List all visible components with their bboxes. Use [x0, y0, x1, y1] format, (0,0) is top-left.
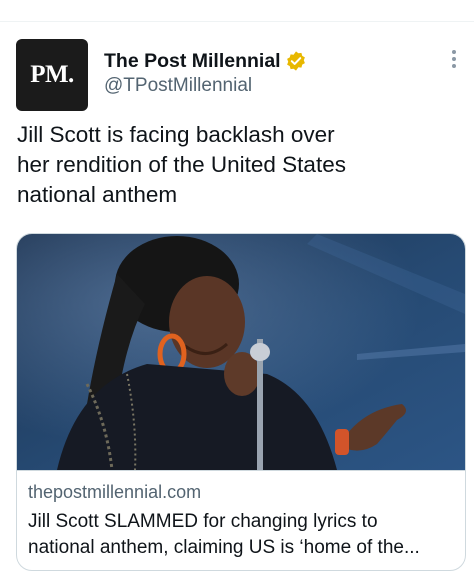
card-body[interactable]: thepostmillennial.com Jill Scott SLAMMED…	[17, 470, 465, 570]
link-preview-card[interactable]: thepostmillennial.com Jill Scott SLAMMED…	[16, 233, 466, 571]
avatar-logo-text: PM.	[30, 61, 74, 88]
card-image[interactable]	[17, 234, 465, 470]
tweet-author: The Post Millennial @TPostMillennial	[104, 48, 434, 98]
tweet-text-line: her rendition of the United States	[17, 152, 346, 177]
card-domain: thepostmillennial.com	[28, 482, 202, 502]
card-title-line: Jill Scott SLAMMED for changing lyrics t…	[28, 511, 378, 532]
tweet-text-line: Jill Scott is facing backlash over	[17, 122, 335, 147]
card-title: Jill Scott SLAMMED for changing lyrics t…	[28, 509, 456, 561]
tweet-text-line: national anthem	[17, 182, 178, 207]
author-display-name[interactable]: The Post Millennial	[104, 50, 281, 73]
more-options-icon[interactable]	[450, 48, 458, 70]
tweet-text: Jill Scott is facing backlash over her r…	[17, 120, 457, 210]
author-handle[interactable]: @TPostMillennial	[104, 74, 434, 98]
author-name-row: The Post Millennial	[104, 48, 434, 74]
avatar[interactable]: PM.	[16, 39, 88, 111]
tweet[interactable]: PM. The Post Millennial @TPostMillennial…	[0, 22, 474, 585]
verified-badge-icon[interactable]	[285, 50, 307, 72]
card-title-line: national anthem, claiming US is ‘home of…	[28, 537, 420, 558]
